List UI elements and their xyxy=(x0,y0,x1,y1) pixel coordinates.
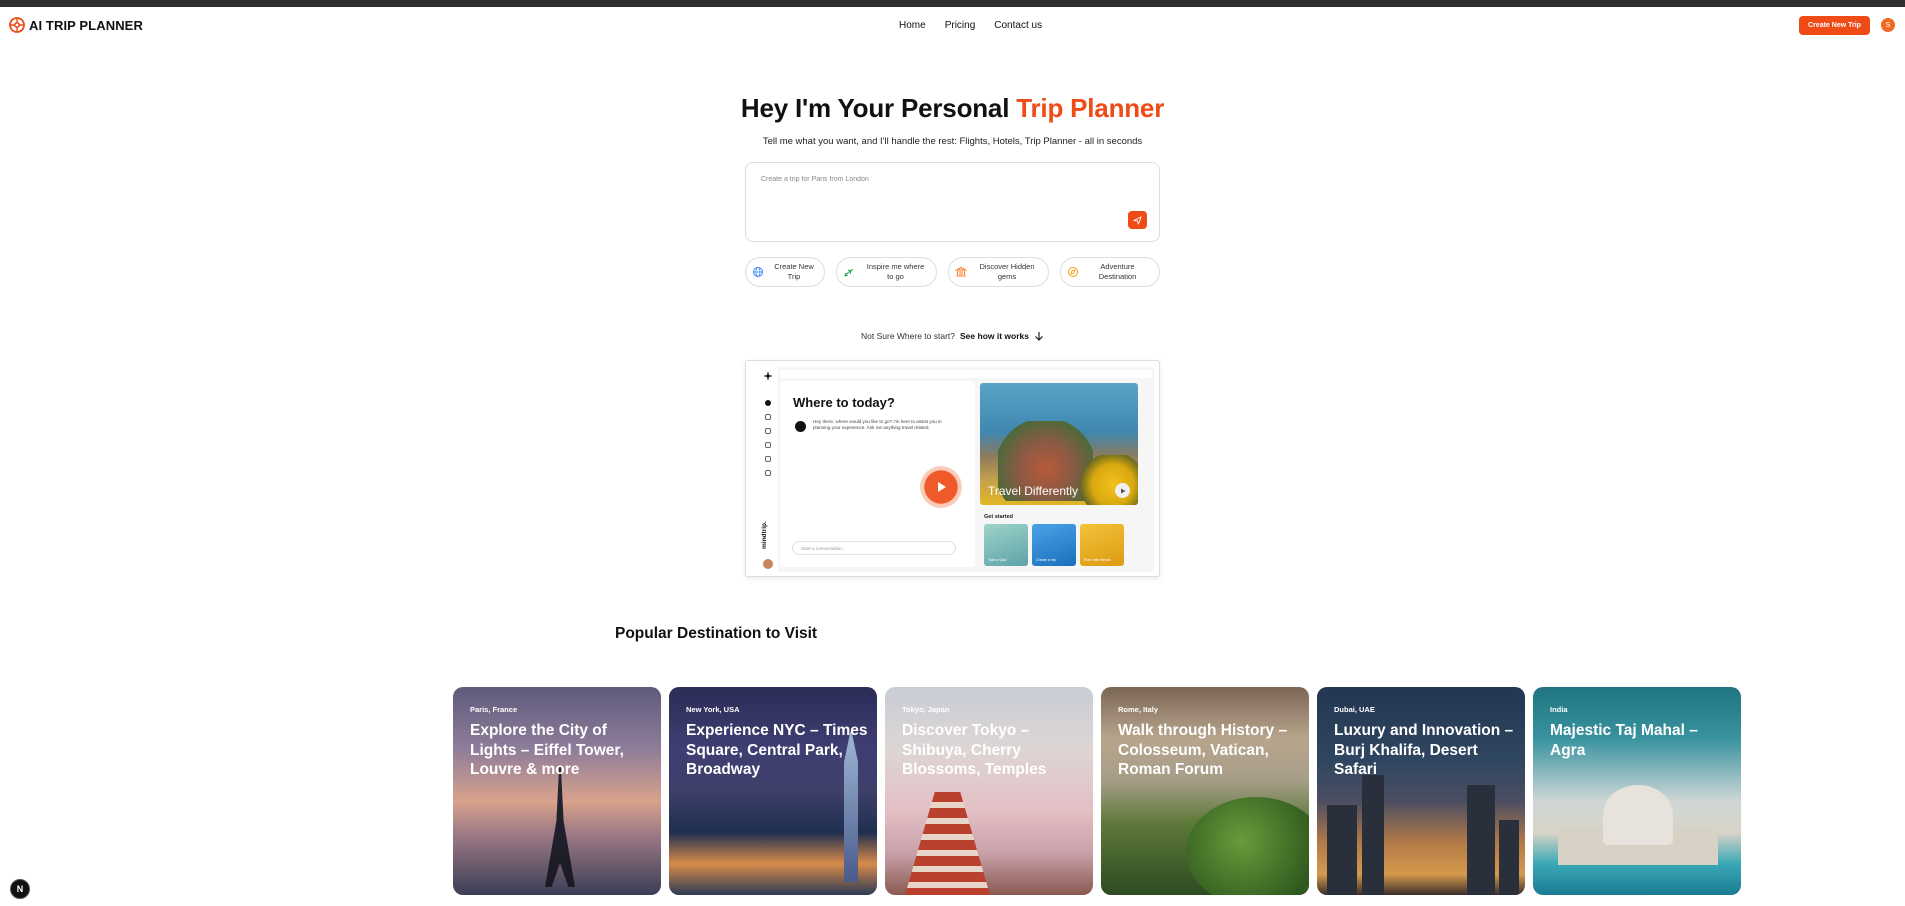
demo-bot-avatar xyxy=(795,421,806,432)
main-nav: Home Pricing Contact us xyxy=(899,20,1042,31)
card-location: Rome, Italy xyxy=(1118,705,1159,714)
logo-text: AI TRIP PLANNER xyxy=(29,17,143,33)
card-title: Explore the City of Lights – Eiffel Towe… xyxy=(470,722,624,778)
arrow-down-icon[interactable] xyxy=(1034,331,1044,341)
hero-title: Hey I'm Your Personal Trip Planner xyxy=(0,93,1905,124)
trip-prompt-input[interactable] xyxy=(761,176,1131,183)
globe-icon xyxy=(753,267,763,277)
destination-card-dubai[interactable]: Dubai, UAE Luxury and Innovation – Burj … xyxy=(1317,687,1525,895)
card-location: Tokyo, Japan xyxy=(902,705,950,714)
card-title: Experience NYC – Times Square, Central P… xyxy=(686,722,868,778)
demo-photo: Travel Differently xyxy=(980,383,1138,505)
demo-sidebar: mindtrip. xyxy=(758,367,778,572)
chip-label: Create New Trip xyxy=(774,262,814,281)
how-prefix: Not Sure Where to start? xyxy=(861,331,956,341)
demo-avatar xyxy=(763,559,773,569)
chip-create-new-trip[interactable]: Create New Trip xyxy=(745,257,825,287)
how-it-works: Not Sure Where to start? See how it work… xyxy=(861,331,1044,341)
destination-cards: Paris, France Explore the City of Lights… xyxy=(453,687,1741,895)
demo-tiles: Take a Quiz Create a trip Plan with frie… xyxy=(984,524,1124,566)
play-video-button[interactable] xyxy=(920,466,962,508)
hero-subtitle: Tell me what you want, and I'll handle t… xyxy=(762,136,1143,147)
popular-title: Popular Destination to Visit xyxy=(615,625,818,642)
site-header: AI TRIP PLANNER Home Pricing Contact us … xyxy=(0,7,1905,43)
demo-chat-input: Start a conversation... xyxy=(792,541,956,555)
sparkle-icon xyxy=(763,371,773,381)
demo-video-card[interactable]: mindtrip. Where to today? Hey there, whe… xyxy=(745,360,1160,577)
chip-label: Inspire me where to go xyxy=(866,262,925,281)
demo-chat: Where to today? Hey there, where would y… xyxy=(780,381,975,567)
card-title: Walk through History – Colosseum, Vatica… xyxy=(1118,722,1288,778)
send-button[interactable] xyxy=(1128,211,1147,229)
nav-pricing[interactable]: Pricing xyxy=(945,20,976,31)
send-icon xyxy=(1133,215,1142,225)
dev-tools-badge[interactable]: N xyxy=(10,879,30,899)
demo-topbar xyxy=(780,370,1152,378)
destination-card-new-york[interactable]: New York, USA Experience NYC – Times Squ… xyxy=(669,687,877,895)
see-how-it-works-link[interactable]: See how it works xyxy=(960,331,1029,341)
demo-tile: Plan with friends xyxy=(1080,524,1124,566)
demo-message: Hey there, where would you like to go? I… xyxy=(813,419,942,430)
demo-brand: mindtrip. xyxy=(761,521,768,549)
play-icon xyxy=(938,482,946,492)
demo-tile: Create a trip xyxy=(1032,524,1076,566)
destination-card-rome[interactable]: Rome, Italy Walk through History – Colos… xyxy=(1101,687,1309,895)
card-title: Majestic Taj Mahal – Agra xyxy=(1550,722,1698,759)
quick-actions: Create New Trip Inspire me where to go D… xyxy=(745,257,1160,287)
destination-card-tokyo[interactable]: Tokyo, Japan Discover Tokyo – Shibuya, C… xyxy=(885,687,1093,895)
destination-card-india[interactable]: India Majestic Taj Mahal – Agra xyxy=(1533,687,1741,895)
trip-prompt-box xyxy=(745,162,1160,242)
logo-icon xyxy=(9,17,25,33)
card-title: Luxury and Innovation – Burj Khalifa, De… xyxy=(1334,722,1514,778)
logo[interactable]: AI TRIP PLANNER xyxy=(9,17,143,33)
card-location: India xyxy=(1550,705,1568,714)
mini-play-icon xyxy=(1115,483,1130,498)
card-title: Discover Tokyo – Shibuya, Cherry Blossom… xyxy=(902,722,1047,778)
demo-screen: mindtrip. Where to today? Hey there, whe… xyxy=(758,367,1154,572)
create-new-trip-button[interactable]: Create New Trip xyxy=(1799,16,1870,35)
demo-tile: Take a Quiz xyxy=(984,524,1028,566)
browser-top-strip xyxy=(0,0,1905,7)
demo-get-started: Get started xyxy=(984,514,1014,520)
nav-contact[interactable]: Contact us xyxy=(994,20,1042,31)
card-location: Paris, France xyxy=(470,705,518,714)
chip-label: Discover Hidden gems xyxy=(979,262,1035,281)
nav-home[interactable]: Home xyxy=(899,20,926,31)
chip-adventure[interactable]: Adventure Destination xyxy=(1059,257,1160,287)
chip-hidden-gems[interactable]: Discover Hidden gems xyxy=(948,257,1049,287)
hero-title-prefix: Hey I'm Your Personal xyxy=(740,93,1017,123)
card-location: Dubai, UAE xyxy=(1334,705,1375,714)
plane-icon xyxy=(844,268,854,277)
compass-icon xyxy=(1067,267,1078,277)
demo-heading: Where to today? xyxy=(793,395,895,410)
demo-photo-title: Travel Differently xyxy=(988,484,1079,498)
user-avatar[interactable]: S xyxy=(1881,18,1895,32)
chip-label: Adventure Destination xyxy=(1098,262,1137,281)
landmark-icon xyxy=(955,266,967,277)
chip-inspire-me[interactable]: Inspire me where to go xyxy=(836,257,937,287)
card-location: New York, USA xyxy=(686,705,740,714)
destination-card-paris[interactable]: Paris, France Explore the City of Lights… xyxy=(453,687,661,895)
hero-title-accent: Trip Planner xyxy=(1016,93,1165,123)
